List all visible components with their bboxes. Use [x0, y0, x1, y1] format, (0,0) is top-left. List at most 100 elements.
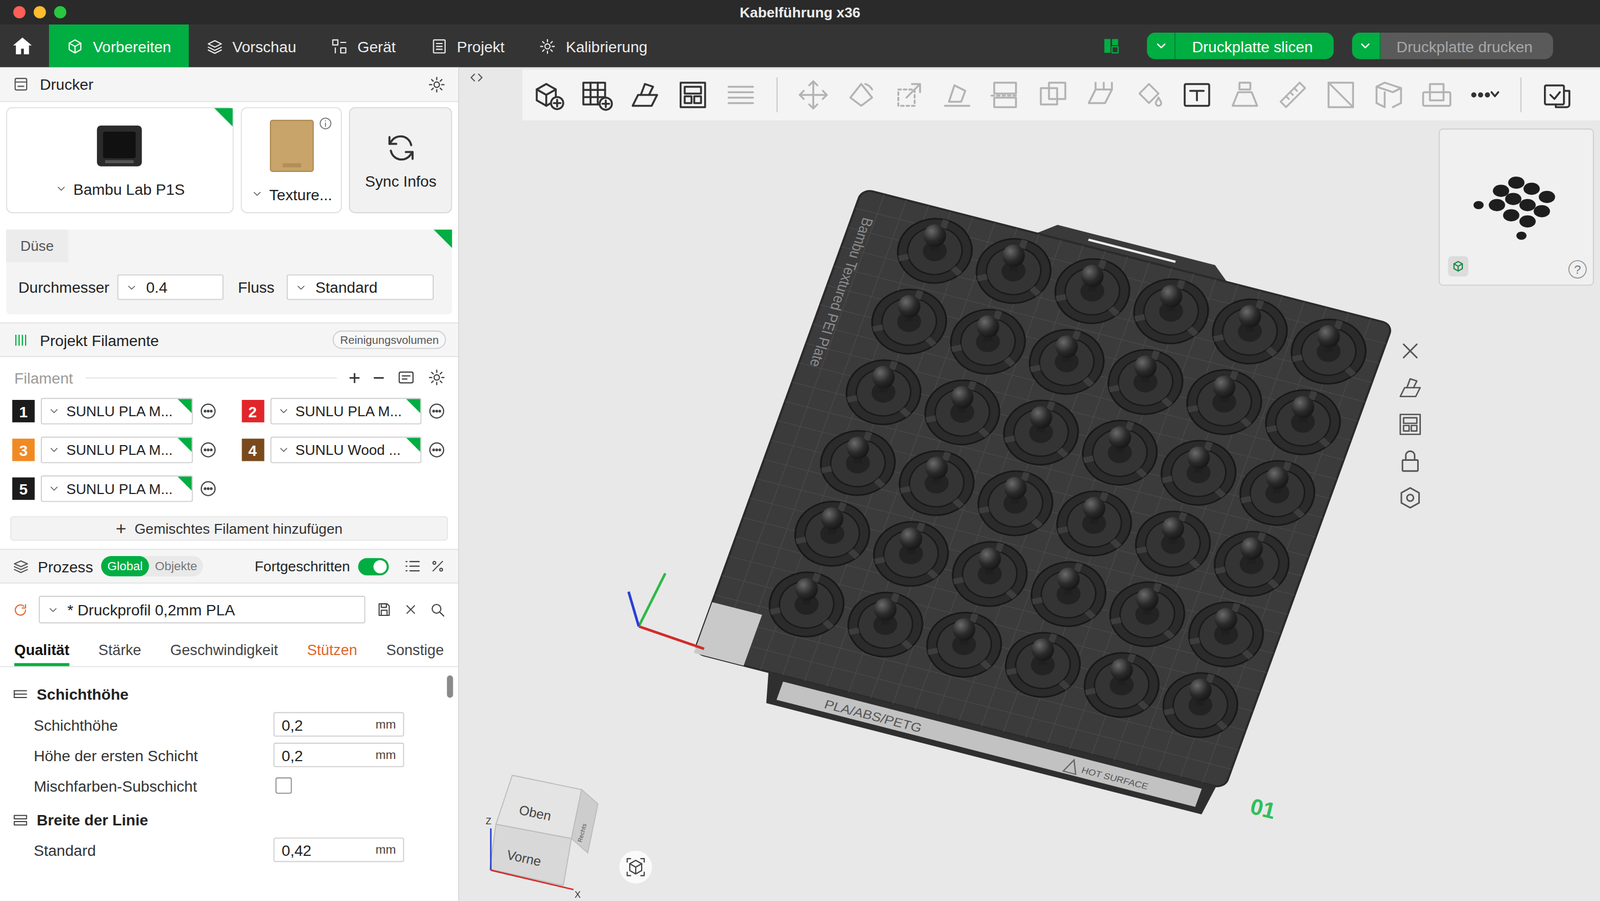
home-button[interactable] — [0, 24, 46, 68]
filament-select[interactable]: SUNLU PLA M... — [40, 475, 193, 503]
object-gap — [1083, 378, 1094, 385]
nav-tab[interactable]: Kalibrierung — [521, 24, 666, 68]
scope-toggle[interactable]: GlobalObjekte — [101, 556, 204, 577]
settings-tab[interactable]: Qualität — [14, 635, 70, 667]
toolbar-button[interactable] — [1464, 74, 1506, 116]
more-icon[interactable] — [198, 479, 218, 498]
filament-select[interactable]: SUNLU Wood ... — [269, 437, 422, 464]
reset-icon[interactable] — [12, 601, 29, 618]
list-icon[interactable] — [403, 557, 422, 576]
object-gap — [891, 361, 895, 370]
object-gap — [1057, 449, 1068, 456]
3d-viewport[interactable]: Bambu Textured PEI PlatePLA/ABS/PETGHOT … — [459, 67, 1600, 901]
percent-icon[interactable] — [429, 558, 446, 575]
view-cube[interactable]: ObenVorneRechts — [489, 775, 599, 886]
dropdown-toggle[interactable] — [1147, 32, 1177, 60]
purge-button[interactable]: Reinigungsvolumen — [333, 330, 446, 350]
slice-button[interactable]: Druckplatte slicen — [1147, 32, 1334, 60]
more-icon[interactable] — [427, 440, 447, 460]
object-gap — [1050, 634, 1054, 643]
arrange-plate-button[interactable] — [1392, 408, 1430, 441]
flow-select[interactable]: Standard — [286, 274, 434, 300]
setting-label: Mischfarben-Subschicht — [33, 777, 274, 795]
filament-select[interactable]: SUNLU PLA M... — [40, 397, 193, 425]
layout-toggle[interactable] — [1102, 37, 1121, 56]
collapse-panel-icon[interactable] — [468, 69, 485, 86]
object-dome — [1265, 466, 1289, 489]
gear-icon[interactable] — [427, 368, 447, 387]
more-icon[interactable] — [427, 402, 447, 421]
toolbar-button[interactable] — [1176, 74, 1218, 116]
object-gap — [1242, 651, 1253, 658]
object-gap — [1023, 472, 1027, 481]
toolbar-button[interactable] — [576, 74, 618, 116]
edit-filament-icon[interactable] — [396, 368, 416, 387]
printer-card[interactable]: Bambu Lab P1S — [5, 107, 234, 214]
add-mixed-filament-button[interactable]: +Gemischtes Filament hinzufügen — [10, 516, 448, 541]
synced-corner — [405, 398, 421, 414]
nav-tab[interactable]: Gerät — [313, 24, 414, 68]
settings-tab[interactable]: Stärke — [98, 635, 142, 667]
settings-tab[interactable]: Geschwindigkeit — [170, 635, 279, 667]
section-title: Prozess — [37, 557, 94, 576]
close-icon[interactable] — [403, 601, 419, 618]
filament-select[interactable]: SUNLU PLA M... — [269, 397, 422, 425]
object-gap — [796, 537, 806, 544]
sync-button[interactable]: Sync Infos — [349, 107, 453, 214]
plate-materials: PLA/ABS/PETG — [822, 697, 924, 735]
toolbar-button[interactable] — [624, 74, 666, 116]
gear-icon[interactable] — [427, 75, 447, 94]
object-gap — [1074, 330, 1078, 340]
nav-tab[interactable]: Vorbereiten — [48, 24, 189, 68]
setting-field[interactable]: 0,42mm — [273, 837, 405, 863]
window-title: Kabelführung x36 — [739, 4, 861, 21]
toolbar-button[interactable] — [1536, 74, 1578, 116]
dropdown-toggle[interactable] — [1351, 32, 1381, 60]
navigator-view-button[interactable] — [1448, 256, 1469, 278]
more-icon[interactable] — [198, 402, 218, 421]
object-dome — [1108, 426, 1131, 449]
chevron-icon — [125, 281, 139, 294]
plate-card[interactable]: Texture... — [240, 107, 343, 214]
object-inner — [1139, 514, 1208, 574]
scope-option[interactable]: Objekte — [149, 556, 204, 577]
object-gap — [1208, 674, 1212, 683]
profile-select[interactable]: * Druckprofil 0,2mm PLA — [38, 595, 366, 624]
object-dome — [846, 436, 870, 459]
plate-navigator[interactable]: ? — [1438, 128, 1595, 286]
button-label: Druckplatte drucken — [1380, 37, 1554, 55]
help-button[interactable]: ? — [1568, 260, 1587, 279]
filament-header: Projekt FilamenteReinigungsvolumen — [0, 322, 459, 358]
advanced-switch[interactable] — [358, 557, 389, 576]
cube-icon — [1450, 259, 1466, 274]
plate-settings-button[interactable] — [1392, 481, 1430, 515]
orient-plate-button[interactable] — [1392, 371, 1430, 405]
settings-tab[interactable]: Sonstige — [386, 635, 445, 667]
zoom-button[interactable] — [53, 5, 67, 19]
nav-tab[interactable]: Projekt — [413, 24, 522, 68]
toolbar-button — [1224, 74, 1266, 116]
filament-select[interactable]: SUNLU PLA M... — [40, 437, 193, 464]
setting-checkbox[interactable] — [275, 777, 292, 795]
setting-field[interactable]: 0,2mm — [273, 742, 405, 768]
settings-tab[interactable]: Stützen — [306, 635, 358, 667]
reset-view-button[interactable] — [619, 851, 652, 884]
add-filament-button[interactable]: + — [348, 367, 361, 389]
more-icon[interactable] — [198, 440, 218, 460]
cable-guide-object — [1020, 322, 1114, 402]
scope-option[interactable]: Global — [101, 556, 150, 577]
toolbar-button[interactable] — [528, 74, 570, 116]
diameter-select[interactable]: 0.4 — [117, 274, 224, 300]
setting-field[interactable]: 0,2mm — [273, 712, 405, 737]
cable-guide-object — [969, 463, 1063, 544]
toolbar-button[interactable] — [672, 74, 714, 116]
object-gap — [951, 267, 962, 274]
search-icon[interactable] — [428, 600, 447, 619]
nav-tab[interactable]: Vorschau — [188, 24, 314, 68]
minimize-button[interactable] — [33, 5, 47, 19]
lock-plate-button[interactable] — [1392, 445, 1430, 478]
close-button[interactable] — [13, 5, 26, 19]
delete-plate-button[interactable] — [1392, 334, 1430, 368]
remove-filament-button[interactable]: − — [372, 367, 385, 389]
save-icon[interactable] — [375, 600, 393, 619]
